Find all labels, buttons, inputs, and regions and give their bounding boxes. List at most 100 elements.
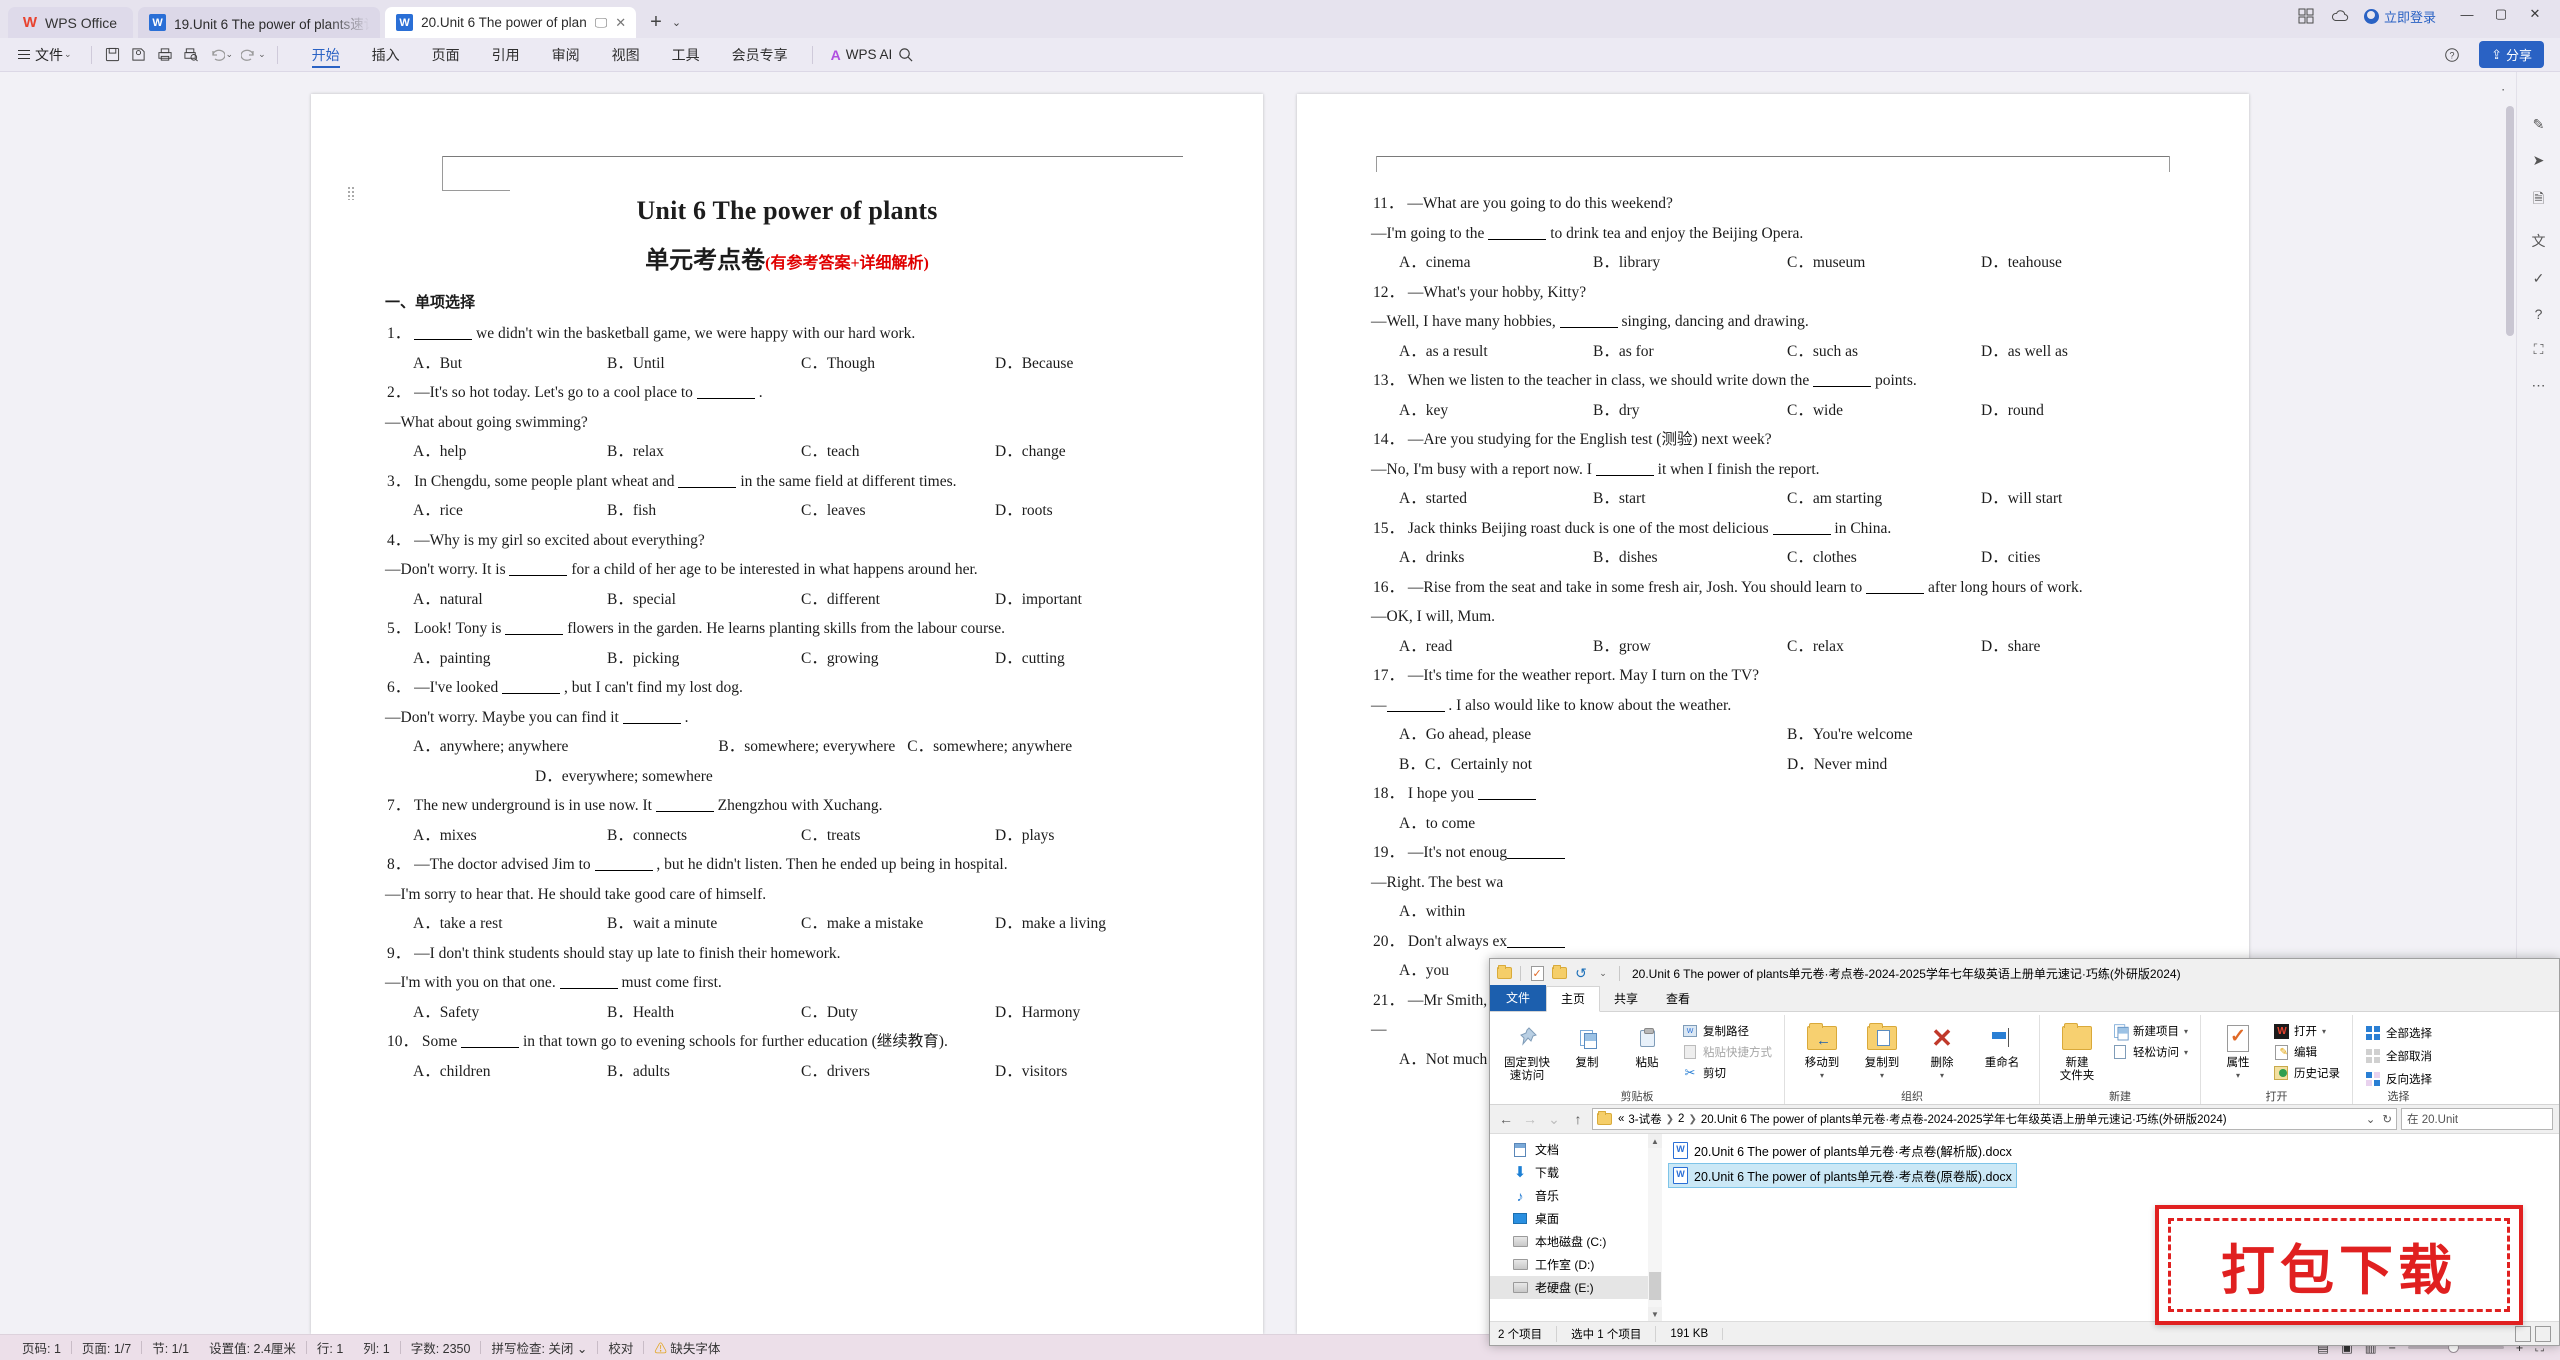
option-C[interactable]: C．relax <box>1787 638 1981 655</box>
move-to-button[interactable]: ← 移动到 ▾ <box>1793 1018 1851 1081</box>
option-C[interactable]: C．clothes <box>1787 550 1981 566</box>
option-D[interactable]: D．round <box>1981 402 2175 419</box>
save-as-icon[interactable] <box>126 43 152 67</box>
file-menu-button[interactable]: 文件 ⌄ <box>10 45 83 65</box>
ribbon-tab-member[interactable]: 会员专享 <box>716 39 804 71</box>
properties-button[interactable]: 属性 ▾ <box>2209 1018 2267 1081</box>
option-B[interactable]: B．wait a minute <box>607 916 801 932</box>
ribbon-tab-page[interactable]: 页面 <box>416 39 476 71</box>
option-A[interactable]: A．key <box>1399 402 1593 419</box>
chevron-down-icon[interactable]: ▾ <box>2236 1071 2240 1081</box>
option-C[interactable]: C．such as <box>1787 343 1981 360</box>
option-D[interactable]: D．visitors <box>995 1063 1189 1080</box>
copy-path-button[interactable]: W 复制路径 <box>1678 1022 1776 1040</box>
ribbon-tab-reference[interactable]: 引用 <box>476 39 536 71</box>
print-icon[interactable] <box>152 43 178 67</box>
nav-item-3[interactable]: 桌面 <box>1490 1207 1662 1230</box>
option-B[interactable]: B．fish <box>607 503 801 519</box>
option-C[interactable]: C．am starting <box>1787 491 1981 507</box>
nav-item-6[interactable]: 老硬盘 (E:) <box>1490 1276 1662 1299</box>
status-spellcheck[interactable]: 拼写检查: 关闭 ⌄ <box>481 1338 597 1357</box>
zoom-slider[interactable] <box>2407 1342 2504 1353</box>
rename-button[interactable]: 重命名 <box>1973 1018 2031 1070</box>
option-B[interactable]: B．grow <box>1593 638 1787 655</box>
option-B[interactable]: B．library <box>1593 255 1787 271</box>
status-word-count[interactable]: 字数: 2350 <box>401 1338 481 1357</box>
option-A[interactable]: A．anywhere; anywhere <box>413 739 568 755</box>
option-A[interactable]: A．But <box>413 355 607 372</box>
undo-quick-icon[interactable]: ↺ <box>1573 965 1589 981</box>
option-B[interactable]: B．connects <box>607 827 801 844</box>
option-C[interactable]: C．growing <box>801 650 995 667</box>
minimize-button[interactable]: — <box>2450 1 2484 27</box>
option-C[interactable]: C．different <box>801 591 995 608</box>
option-A[interactable]: A．drinks <box>1399 550 1593 566</box>
option-A[interactable]: A．started <box>1399 491 1593 507</box>
option-C[interactable]: C．Though <box>801 355 995 372</box>
chevron-down-icon[interactable]: ▾ <box>1880 1071 1884 1081</box>
option-row[interactable]: A．Go ahead, please <box>1399 727 1787 743</box>
option-C[interactable]: C．museum <box>1787 255 1981 271</box>
option-D[interactable]: D．as well as <box>1981 343 2175 360</box>
option-D[interactable]: D．important <box>995 591 1189 608</box>
scrollbar-thumb[interactable] <box>2506 106 2514 336</box>
explorer-search-input[interactable]: 在 20.Unit <box>2401 1108 2553 1130</box>
ribbon-tab-review[interactable]: 审阅 <box>536 39 596 71</box>
breadcrumb-item-2[interactable]: 2 <box>1678 1113 1684 1125</box>
option-A[interactable]: A．rice <box>413 503 607 519</box>
ribbon-tab-start[interactable]: 开始 <box>296 39 356 71</box>
up-button[interactable]: ↑ <box>1568 1109 1588 1129</box>
option-C[interactable]: C．teach <box>801 444 995 460</box>
document-tab-2[interactable]: W 20.Unit 6 The power of plan 🖵 ✕ <box>385 7 637 38</box>
nav-item-1[interactable]: ⬇ 下载 <box>1490 1161 1662 1184</box>
option-D[interactable]: D．will start <box>1981 491 2175 507</box>
nav-item-2[interactable]: ♪ 音乐 <box>1490 1184 1662 1207</box>
explorer-tab-file[interactable]: 文件 <box>1490 985 1547 1011</box>
history-button[interactable]: 历史记录 <box>2269 1064 2344 1082</box>
option-C[interactable]: C．leaves <box>801 503 995 519</box>
delete-button[interactable]: ✕ 删除 ▾ <box>1913 1018 1971 1081</box>
explorer-tab-share[interactable]: 共享 <box>1600 987 1652 1011</box>
option-A[interactable]: A．within <box>1399 904 1593 920</box>
chevron-down-icon[interactable]: ▾ <box>1940 1071 1944 1081</box>
option-A[interactable]: A．as a result <box>1399 343 1593 360</box>
option-row[interactable]: B．You're welcome <box>1787 727 2175 743</box>
chevron-down-icon[interactable]: ▾ <box>2184 1027 2188 1036</box>
status-column[interactable]: 列: 1 <box>353 1338 399 1357</box>
status-missing-font[interactable]: ⚠ 缺失字体 <box>644 1338 730 1357</box>
status-setting-value[interactable]: 设置值: 2.4厘米 <box>199 1338 306 1357</box>
large-icons-view-icon[interactable] <box>2535 1325 2551 1342</box>
option-B[interactable]: B．start <box>1593 491 1787 507</box>
option-C[interactable]: C．wide <box>1787 402 1981 419</box>
explorer-tab-home[interactable]: 主页 <box>1546 986 1601 1012</box>
cut-button[interactable]: ✂ 剪切 <box>1678 1064 1776 1082</box>
recent-locations-chevron-icon[interactable]: ⌄ <box>1544 1109 1564 1129</box>
option-C[interactable]: C．treats <box>801 827 995 844</box>
copy-button[interactable]: 复制 <box>1558 1018 1616 1070</box>
chevron-down-icon[interactable]: ▾ <box>2322 1027 2326 1036</box>
option-D[interactable]: D．Because <box>995 355 1189 372</box>
option-A[interactable]: A．help <box>413 444 607 460</box>
ribbon-tab-view[interactable]: 视图 <box>596 39 656 71</box>
paragraph-drag-handle[interactable] <box>347 186 355 200</box>
option-C[interactable]: C．drivers <box>801 1063 995 1080</box>
help-circle-icon[interactable]: ? <box>2535 306 2543 322</box>
forward-button[interactable]: → <box>1520 1109 1540 1129</box>
share-button[interactable]: ⇪ 分享 <box>2479 41 2544 68</box>
invert-selection-button[interactable]: 反向选择 <box>2361 1070 2436 1088</box>
status-page-number[interactable]: 页码: 1 <box>12 1338 71 1357</box>
save-icon[interactable] <box>100 43 126 67</box>
option-row[interactable]: B．C．Certainly not <box>1399 756 1787 773</box>
proofread-icon[interactable]: ✓ <box>2533 270 2545 287</box>
properties-quick-icon[interactable]: ✓ <box>1529 965 1545 981</box>
file-row[interactable]: 20.Unit 6 The power of plants单元卷·考点卷(原卷版… <box>1668 1163 2017 1188</box>
option-B[interactable]: B．as for <box>1593 343 1787 360</box>
option-B[interactable]: B．special <box>607 591 801 608</box>
close-tab-icon[interactable]: ✕ <box>615 15 626 31</box>
option-B[interactable]: B．relax <box>607 444 801 460</box>
option-D[interactable]: D．cutting <box>995 650 1189 667</box>
option-A[interactable]: A．painting <box>413 650 607 667</box>
select-all-button[interactable]: 全部选择 <box>2361 1024 2436 1042</box>
nav-item-4[interactable]: 本地磁盘 (C:) <box>1490 1230 1662 1253</box>
pin-to-quick-access-button[interactable]: 固定到快 速访问 <box>1498 1018 1556 1083</box>
